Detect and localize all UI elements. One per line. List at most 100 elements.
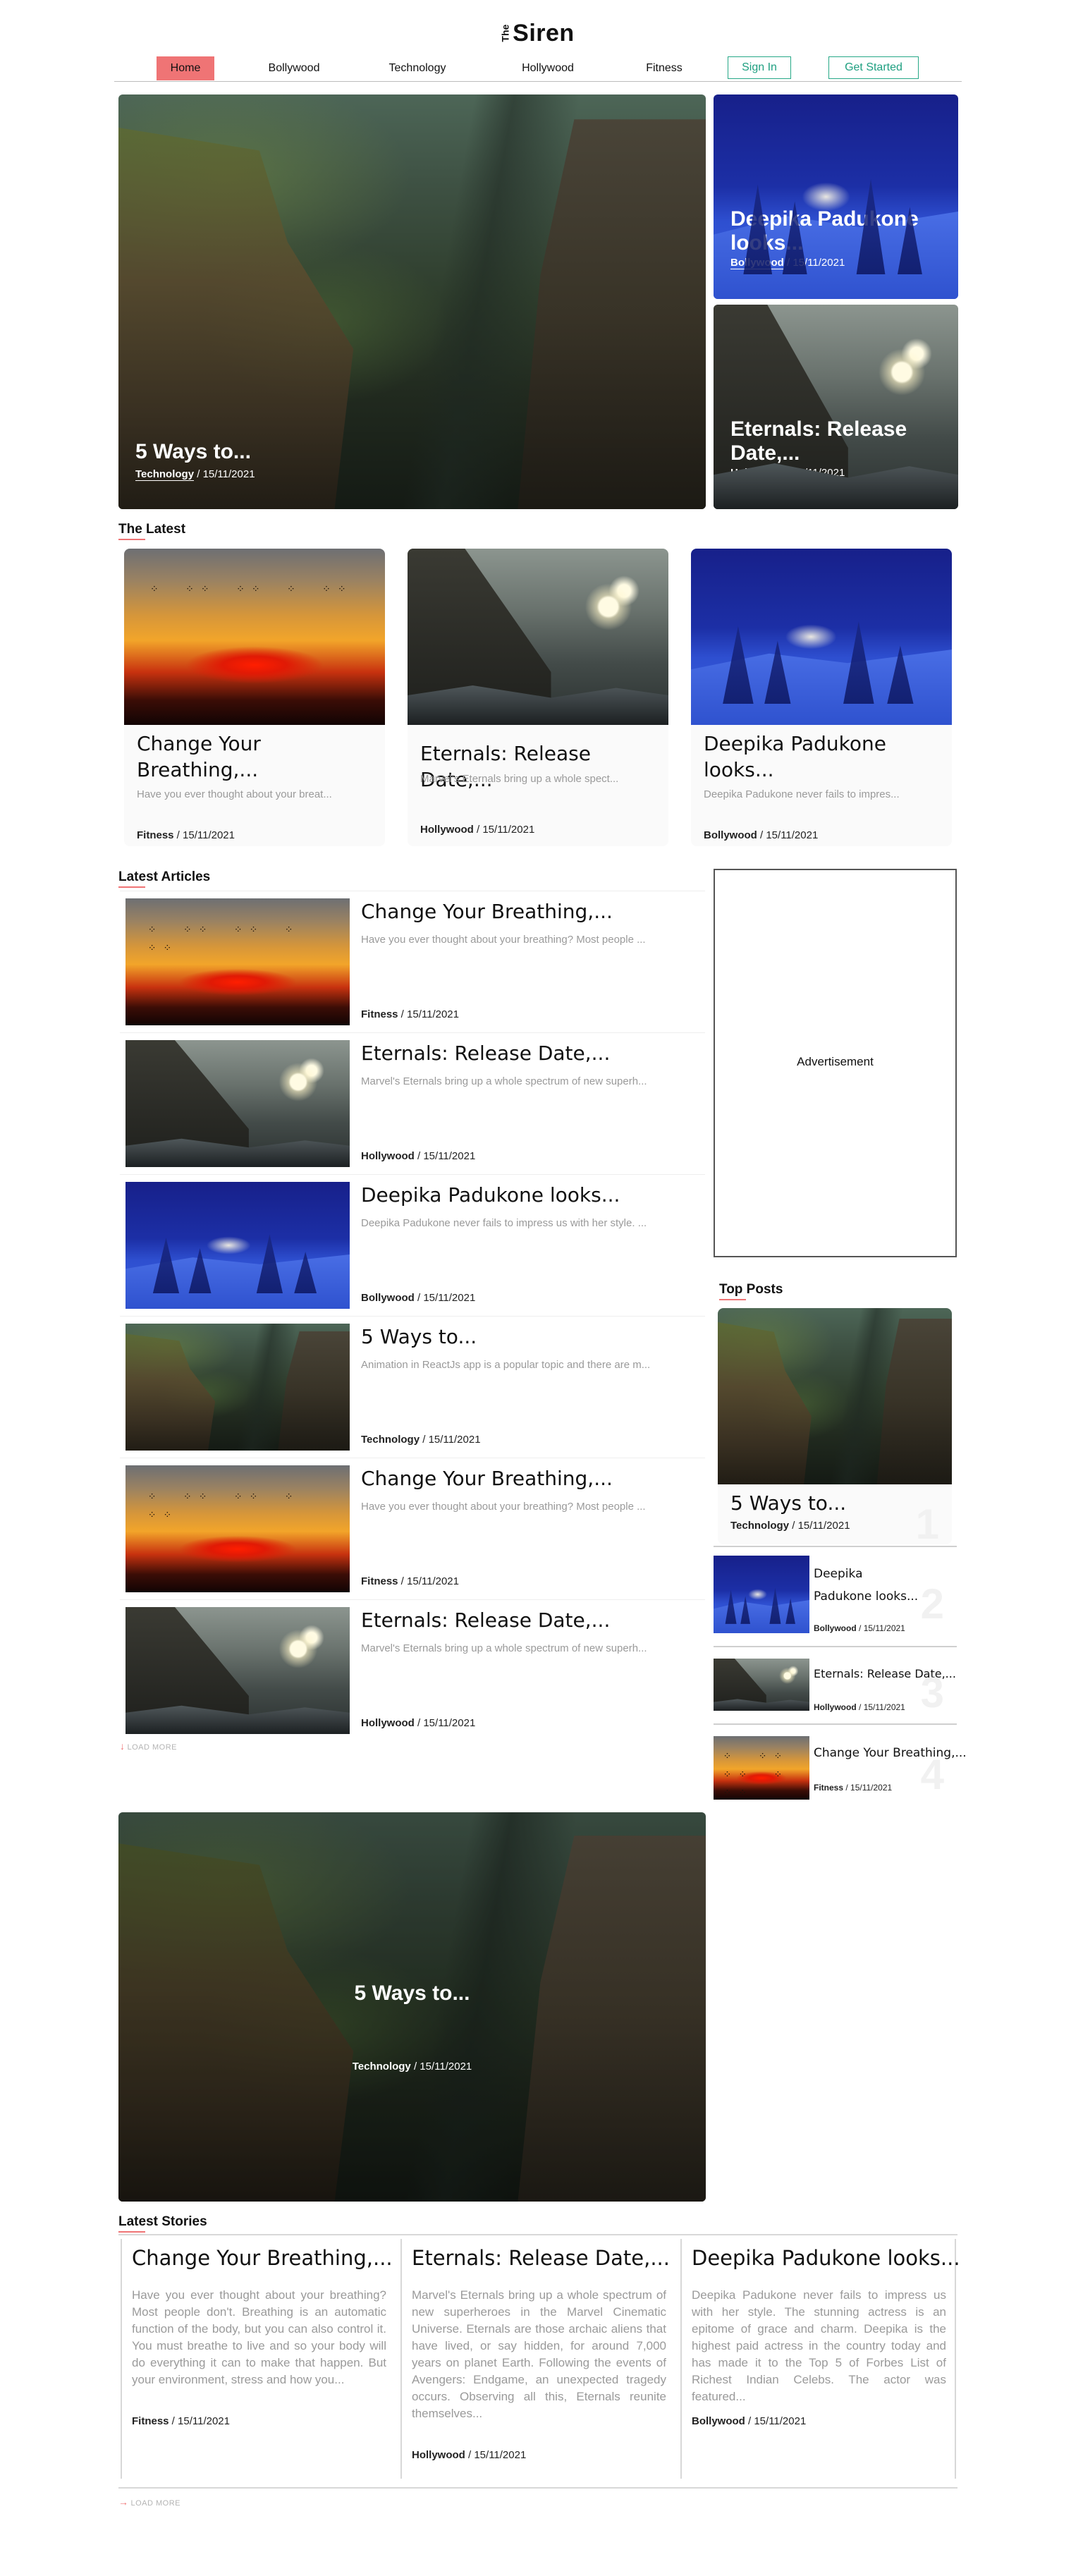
- article-row[interactable]: Change Your Breathing,... Have you ever …: [120, 1458, 705, 1592]
- top-posts-heading: Top Posts: [719, 1282, 783, 1300]
- nav-bollywood[interactable]: Bollywood: [255, 56, 333, 80]
- top-post-title[interactable]: 5 Ways to...: [730, 1491, 846, 1515]
- article-row[interactable]: Change Your Breathing,... Have you ever …: [120, 891, 705, 1025]
- stories-load-more-button[interactable]: → LOAD MORE: [118, 2496, 180, 2508]
- article-thumbnail[interactable]: [126, 1324, 350, 1451]
- article-title[interactable]: 5 Ways to...: [361, 1325, 477, 1348]
- top-post-thumbnail[interactable]: [714, 1556, 809, 1633]
- nav-hollywood[interactable]: Hollywood: [509, 56, 587, 80]
- story-title[interactable]: Change Your Breathing,...: [132, 2246, 393, 2270]
- article-category[interactable]: Fitness: [361, 1575, 398, 1587]
- hero-main-card[interactable]: 5 Ways to... Technology / 15/11/2021: [118, 94, 706, 509]
- top-post-category[interactable]: Hollywood: [814, 1702, 857, 1712]
- article-meta: Technology / 15/11/2021: [361, 1434, 481, 1446]
- advertisement-box[interactable]: Advertisement: [714, 869, 957, 1257]
- story-title[interactable]: Eternals: Release Date,...: [412, 2246, 670, 2270]
- latest-card-category[interactable]: Hollywood: [420, 824, 474, 836]
- article-title[interactable]: Eternals: Release Date,...: [361, 1609, 610, 1632]
- article-title[interactable]: Change Your Breathing,...: [361, 900, 613, 923]
- hero-side-card-1[interactable]: Deepika Padukone looks... Bollywood / 15…: [714, 94, 958, 299]
- story-card[interactable]: Deepika Padukone looks... Deepika Paduko…: [680, 2239, 960, 2479]
- article-title[interactable]: Deepika Padukone looks...: [361, 1183, 620, 1207]
- article-excerpt: Have you ever thought about your breathi…: [361, 1501, 646, 1513]
- hero-main-date: 15/11/2021: [202, 468, 255, 480]
- top-post-date: 15/11/2021: [797, 1520, 850, 1532]
- hero-side-card-2[interactable]: Eternals: Release Date,... Hollywood / 1…: [714, 305, 958, 509]
- latest-card[interactable]: Deepika Padukone looks... Deepika Paduko…: [691, 549, 952, 846]
- latest-card[interactable]: Eternals: Release Date,... Marvel's Eter…: [408, 549, 668, 846]
- divider: [714, 1546, 957, 1547]
- top-post-category[interactable]: Bollywood: [814, 1623, 857, 1633]
- top-post-title[interactable]: Deepika Padukone looks...: [814, 1563, 919, 1608]
- top-post-rank: 1: [915, 1501, 939, 1544]
- top-post-rank: 4: [920, 1751, 944, 1798]
- article-row[interactable]: Deepika Padukone looks... Deepika Paduko…: [120, 1174, 705, 1309]
- top-post-thumbnail[interactable]: [714, 1659, 809, 1711]
- articles-load-more-button[interactable]: ↓ LOAD MORE: [120, 1740, 177, 1752]
- article-thumbnail[interactable]: [126, 1607, 350, 1734]
- latest-card-image[interactable]: [124, 549, 385, 725]
- story-card[interactable]: Change Your Breathing,... Have you ever …: [121, 2239, 393, 2479]
- latest-card-image[interactable]: [691, 549, 952, 725]
- top-post-image[interactable]: [718, 1308, 952, 1484]
- article-category[interactable]: Fitness: [361, 1008, 398, 1020]
- hero-main-title[interactable]: 5 Ways to...: [135, 440, 255, 464]
- latest-card-category[interactable]: Fitness: [137, 829, 174, 841]
- latest-card-image[interactable]: [408, 549, 668, 725]
- article-excerpt: Animation in ReactJs app is a popular to…: [361, 1359, 651, 1371]
- article-date: 15/11/2021: [423, 1292, 476, 1304]
- article-thumbnail[interactable]: [126, 1040, 350, 1167]
- sign-in-button[interactable]: Sign In: [728, 56, 791, 79]
- article-title[interactable]: Eternals: Release Date,...: [361, 1042, 610, 1065]
- nav-technology[interactable]: Technology: [375, 56, 460, 80]
- banner-title[interactable]: 5 Ways to...: [118, 1982, 706, 2006]
- article-category[interactable]: Bollywood: [361, 1292, 415, 1304]
- top-post-category[interactable]: Technology: [730, 1520, 789, 1532]
- story-category[interactable]: Hollywood: [412, 2449, 465, 2461]
- top-post-item[interactable]: Deepika Padukone looks... Bollywood / 15…: [714, 1550, 957, 1647]
- article-row[interactable]: Eternals: Release Date,... Marvel's Eter…: [120, 1599, 705, 1734]
- article-row[interactable]: Eternals: Release Date,... Marvel's Eter…: [120, 1032, 705, 1167]
- hero-main-caption: 5 Ways to... Technology / 15/11/2021: [135, 440, 255, 481]
- article-row[interactable]: 5 Ways to... Animation in ReactJs app is…: [120, 1316, 705, 1451]
- hero-side-caption-1: Deepika Padukone looks... Bollywood / 15…: [730, 207, 948, 269]
- story-category[interactable]: Fitness: [132, 2415, 169, 2427]
- divider: [955, 2239, 956, 2479]
- banner-category[interactable]: Technology: [353, 2061, 411, 2073]
- article-category[interactable]: Hollywood: [361, 1717, 415, 1729]
- article-category[interactable]: Technology: [361, 1434, 420, 1446]
- article-thumbnail[interactable]: [126, 898, 350, 1025]
- latest-card[interactable]: Change Your Breathing,... Have you ever …: [124, 549, 385, 846]
- hero-side-category-2[interactable]: Hollywood: [730, 467, 784, 480]
- nav-fitness[interactable]: Fitness: [632, 56, 696, 80]
- article-title[interactable]: Change Your Breathing,...: [361, 1467, 613, 1490]
- latest-card-category[interactable]: Bollywood: [704, 829, 757, 841]
- top-post-category[interactable]: Fitness: [814, 1783, 843, 1793]
- articles-load-more-label: LOAD MORE: [127, 1743, 178, 1752]
- story-card[interactable]: Eternals: Release Date,... Marvel's Eter…: [400, 2239, 672, 2479]
- top-post-thumbnail[interactable]: [714, 1736, 809, 1800]
- latest-card-title[interactable]: Deepika Padukone looks...: [704, 731, 915, 783]
- hero-side-title-1[interactable]: Deepika Padukone looks...: [730, 207, 948, 255]
- advertisement-label: Advertisement: [797, 1055, 874, 1068]
- site-logo[interactable]: TheSiren: [0, 20, 1071, 47]
- top-post-featured[interactable]: 5 Ways to... Technology / 15/11/2021 1: [718, 1308, 952, 1544]
- hero-side-title-2[interactable]: Eternals: Release Date,...: [730, 417, 948, 465]
- latest-card-title[interactable]: Change Your Breathing,...: [137, 731, 348, 783]
- article-category[interactable]: Hollywood: [361, 1150, 415, 1162]
- nav-home[interactable]: Home: [157, 56, 214, 80]
- get-started-button[interactable]: Get Started: [828, 56, 919, 79]
- top-post-item[interactable]: Change Your Breathing,... Fitness / 15/1…: [714, 1726, 967, 1802]
- hero-main-meta: Technology / 15/11/2021: [135, 468, 255, 481]
- latest-card-date: 15/11/2021: [183, 829, 235, 841]
- hero-side-category-1[interactable]: Bollywood: [730, 257, 784, 269]
- hero-main-category[interactable]: Technology: [135, 468, 195, 481]
- story-meta: Hollywood / 15/11/2021: [412, 2449, 527, 2461]
- article-thumbnail[interactable]: [126, 1182, 350, 1309]
- article-thumbnail[interactable]: [126, 1465, 350, 1592]
- banner-card[interactable]: 5 Ways to... Technology / 15/11/2021: [118, 1812, 706, 2202]
- story-category[interactable]: Bollywood: [692, 2415, 745, 2427]
- top-post-item[interactable]: Eternals: Release Date,... Hollywood / 1…: [714, 1649, 957, 1725]
- story-title[interactable]: Deepika Padukone looks...: [692, 2246, 960, 2270]
- logo-small-text: The: [499, 24, 511, 42]
